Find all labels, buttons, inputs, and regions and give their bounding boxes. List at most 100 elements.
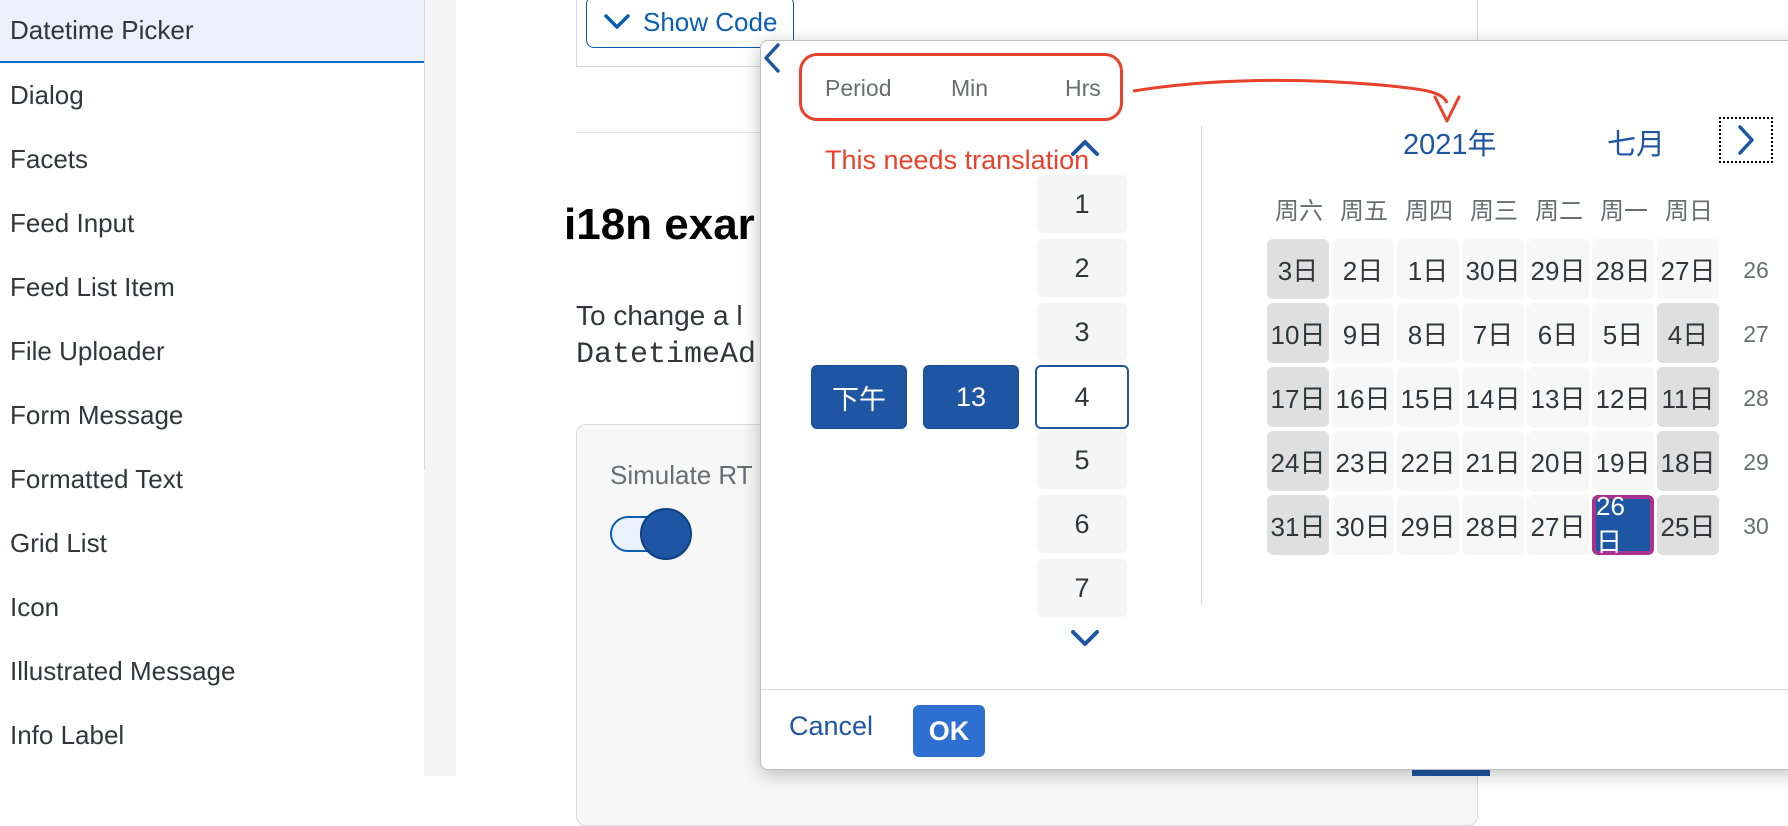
weekday-header: 周四 <box>1405 198 1453 225</box>
ok-button[interactable]: OK <box>913 705 985 757</box>
footer-divider <box>761 689 1788 690</box>
period-selected[interactable]: 下午 <box>811 365 907 429</box>
sidebar-item-label: Feed List Item <box>10 272 175 302</box>
picker-divider <box>1201 125 1202 605</box>
minute-selected[interactable]: 13 <box>923 365 1019 429</box>
week-number: 30 <box>1743 513 1769 539</box>
calendar-day[interactable]: 10日 <box>1267 303 1329 363</box>
calendar-day[interactable]: 16日 <box>1332 367 1394 427</box>
hour-option[interactable]: 1 <box>1037 175 1127 233</box>
calendar-month-button[interactable]: 七月 <box>1607 121 1665 163</box>
calendar-day[interactable]: 28日 <box>1592 239 1654 299</box>
sidebar-item-label: Datetime Picker <box>10 15 194 45</box>
sidebar-item-icon[interactable]: Icon <box>0 576 424 639</box>
calendar-day[interactable]: 17日 <box>1267 367 1329 427</box>
sidebar-item-label: Icon <box>10 592 60 622</box>
calendar-day[interactable]: 19日 <box>1592 431 1654 491</box>
sidebar-item-label: Grid List <box>10 528 107 558</box>
week-number: 26 <box>1743 257 1769 283</box>
hour-option[interactable]: 6 <box>1037 495 1127 553</box>
sidebar-item-label: Formatted Text <box>10 464 183 494</box>
calendar-day[interactable]: 27日 <box>1527 495 1589 555</box>
sidebar-item-label: Facets <box>10 144 89 174</box>
sidebar-item-info-label[interactable]: Info Label <box>0 704 424 767</box>
rtl-switch-label: Simulate RT <box>610 460 753 490</box>
calendar-day[interactable]: 30日 <box>1462 239 1524 299</box>
calendar-year-button[interactable]: 2021年 <box>1403 121 1497 163</box>
week-number: 29 <box>1743 449 1769 475</box>
hour-option-focused[interactable]: 4 <box>1035 365 1129 429</box>
week-number: 28 <box>1743 385 1769 411</box>
calendar-day[interactable]: 28日 <box>1462 495 1524 555</box>
sidebar-item-illustrated-message[interactable]: Illustrated Message <box>0 640 424 703</box>
datetime-picker-popover: Period Min Hrs This needs translation 下午… <box>760 40 1788 770</box>
week-number: 27 <box>1743 321 1769 347</box>
hour-option[interactable]: 2 <box>1037 239 1127 297</box>
chevron-left-icon[interactable] <box>761 41 783 75</box>
sidebar-item-label: Feed Input <box>10 208 135 238</box>
sidebar-item-form-message[interactable]: Form Message <box>0 384 424 447</box>
sidebar-item-facets[interactable]: Facets <box>0 128 424 191</box>
sidebar-item-grid-list[interactable]: Grid List <box>0 512 424 575</box>
calendar-day[interactable]: 13日 <box>1527 367 1589 427</box>
calendar-day[interactable]: 6日 <box>1527 303 1589 363</box>
weekday-header: 周六 <box>1275 198 1323 225</box>
rtl-switch-knob[interactable] <box>640 508 692 560</box>
calendar-day[interactable]: 5日 <box>1592 303 1654 363</box>
section-description: To change a l <box>576 300 743 331</box>
weekday-header: 周二 <box>1535 198 1583 225</box>
calendar-day[interactable]: 1日 <box>1397 239 1459 299</box>
calendar-day[interactable]: 4日 <box>1657 303 1719 363</box>
weekday-header: 周日 <box>1665 198 1713 225</box>
calendar-day[interactable]: 27日 <box>1657 239 1719 299</box>
sidebar-item-file-uploader[interactable]: File Uploader <box>0 320 424 383</box>
show-code-label: Show Code <box>643 6 778 37</box>
chevron-right-icon <box>1738 125 1754 155</box>
calendar-day[interactable]: 15日 <box>1397 367 1459 427</box>
calendar-day[interactable]: 18日 <box>1657 431 1719 491</box>
calendar-day[interactable]: 30日 <box>1332 495 1394 555</box>
sidebar-item-label: File Uploader <box>10 336 165 366</box>
sidebar-item-label: Form Message <box>10 400 184 430</box>
sidebar-item-datetime-picker[interactable]: Datetime Picker <box>0 0 424 63</box>
calendar-day[interactable]: 12日 <box>1592 367 1654 427</box>
hour-option[interactable]: 7 <box>1037 559 1127 617</box>
annotation-arrow-icon <box>1132 78 1461 123</box>
calendar-day[interactable]: 24日 <box>1267 431 1329 491</box>
calendar-day[interactable]: 14日 <box>1462 367 1524 427</box>
annotation-text: This needs translation <box>825 145 1090 175</box>
calendar-day[interactable]: 20日 <box>1527 431 1589 491</box>
calendar-day[interactable]: 7日 <box>1462 303 1524 363</box>
sidebar-item-feed-list-item[interactable]: Feed List Item <box>0 256 424 319</box>
calendar-day[interactable]: 22日 <box>1397 431 1459 491</box>
cancel-button[interactable]: Cancel <box>789 711 873 742</box>
weekday-header: 周一 <box>1600 198 1648 225</box>
sidebar-item-formatted-text[interactable]: Formatted Text <box>0 448 424 511</box>
hour-option[interactable]: 3 <box>1037 303 1127 361</box>
sidebar-item-label: Dialog <box>10 80 84 110</box>
calendar-day[interactable]: 11日 <box>1657 367 1719 427</box>
calendar-day[interactable]: 29日 <box>1397 495 1459 555</box>
calendar-day[interactable]: 31日 <box>1267 495 1329 555</box>
calendar-day[interactable]: 9日 <box>1332 303 1394 363</box>
sidebar-item-label: Illustrated Message <box>10 656 236 686</box>
sidebar-scrollbar[interactable] <box>424 0 456 776</box>
calendar-day[interactable]: 23日 <box>1332 431 1394 491</box>
sidebar-item-dialog[interactable]: Dialog <box>0 64 424 127</box>
calendar-day-selected[interactable]: 26日 <box>1592 491 1654 557</box>
chevron-down-icon <box>603 7 631 38</box>
weekday-header: 周三 <box>1470 198 1518 225</box>
hours-scroll-down-icon[interactable] <box>1069 627 1101 651</box>
calendar-day[interactable]: 21日 <box>1462 431 1524 491</box>
section-code-reference: DatetimeAd <box>576 338 757 372</box>
hours-scroll-up-icon[interactable] <box>1069 135 1101 159</box>
calendar-next-button[interactable] <box>1719 117 1773 163</box>
calendar-day[interactable]: 29日 <box>1527 239 1589 299</box>
calendar-day[interactable]: 8日 <box>1397 303 1459 363</box>
calendar-day[interactable]: 3日 <box>1267 239 1329 299</box>
sidebar-item-feed-input[interactable]: Feed Input <box>0 192 424 255</box>
calendar-day[interactable]: 25日 <box>1657 495 1719 555</box>
hour-option[interactable]: 5 <box>1037 431 1127 489</box>
calendar-day[interactable]: 2日 <box>1332 239 1394 299</box>
annotation-highlight <box>799 53 1123 121</box>
